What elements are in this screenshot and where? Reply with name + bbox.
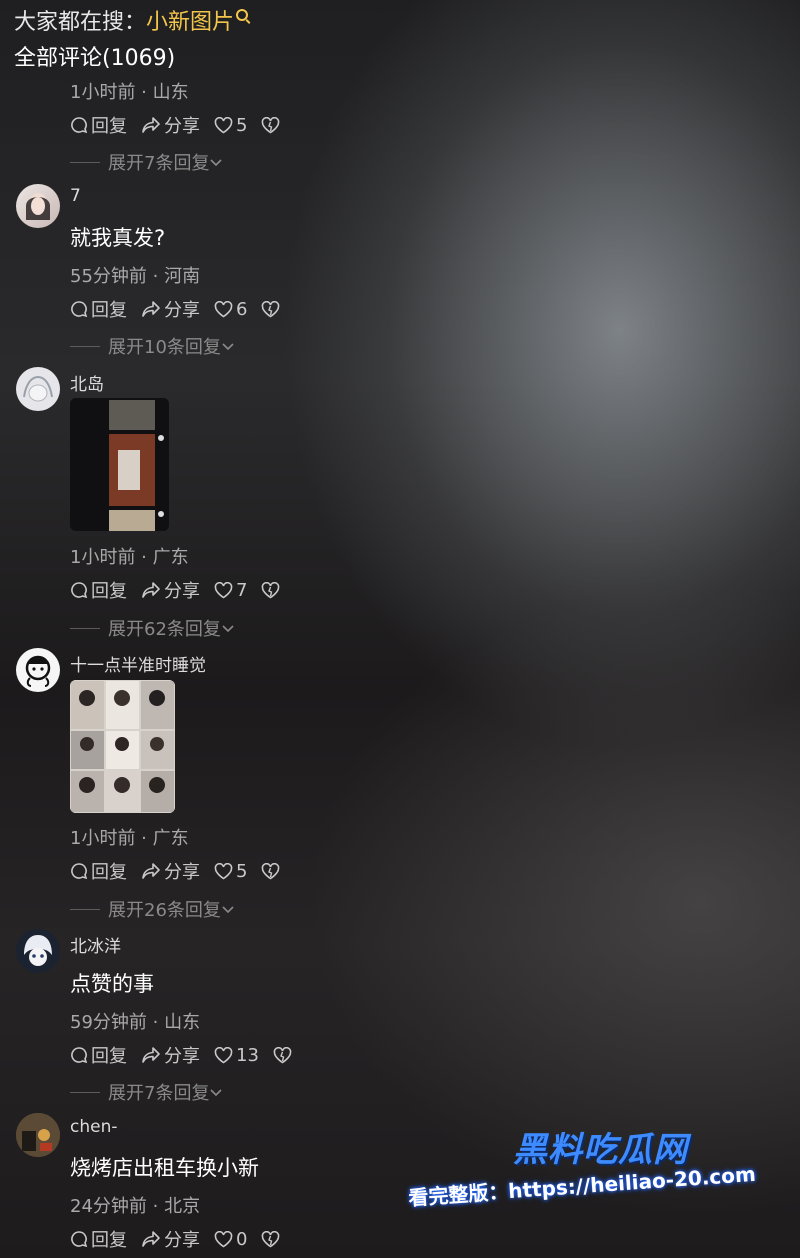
chevron-down-icon — [222, 343, 234, 351]
comment-username[interactable]: 北岛 — [70, 370, 104, 395]
chevron-down-icon — [222, 625, 234, 633]
comment-username[interactable]: 7 — [70, 186, 81, 206]
expand-replies[interactable]: 展开7条回复 — [70, 1079, 223, 1105]
dislike-button[interactable] — [261, 1230, 283, 1248]
broken-heart-icon — [262, 1230, 280, 1247]
reply-icon — [71, 863, 88, 880]
expand-replies[interactable]: 展开10条回复 — [70, 333, 235, 359]
watermark: 黑料吃瓜网 看完整版：https://heiliao-20.com — [408, 1122, 788, 1242]
heart-icon — [214, 300, 233, 317]
share-button[interactable]: 分享 — [141, 577, 200, 603]
comment-username[interactable]: 北冰洋 — [70, 932, 121, 957]
chevron-down-icon — [222, 906, 234, 914]
share-button[interactable]: 分享 — [141, 296, 200, 322]
search-prefix: 大家都在搜： — [14, 10, 147, 35]
chevron-down-icon — [210, 1089, 223, 1097]
like-button[interactable]: 7 — [214, 580, 247, 601]
share-icon — [142, 301, 160, 317]
reply-button[interactable]: 回复 — [70, 858, 127, 884]
comment-text: 点赞的事 — [70, 972, 154, 996]
heart-icon — [214, 1046, 233, 1063]
reply-button[interactable]: 回复 — [70, 1042, 127, 1068]
dislike-button[interactable] — [261, 300, 283, 318]
comment-image[interactable] — [70, 398, 169, 531]
comment-actions: 回复 分享 6 — [70, 296, 297, 322]
reply-icon — [71, 582, 88, 599]
reply-button[interactable]: 回复 — [70, 577, 127, 603]
expand-replies[interactable]: 展开62条回复 — [70, 615, 235, 641]
share-icon — [142, 1047, 160, 1063]
comment-username[interactable]: 十一点半准时睡觉 — [70, 651, 206, 676]
reply-button[interactable]: 回复 — [70, 1226, 127, 1252]
broken-heart-icon — [262, 116, 280, 133]
dislike-button[interactable] — [261, 581, 283, 599]
comment-actions: 回复 分享 0 — [70, 1226, 297, 1252]
expand-replies[interactable]: 展开7条回复 — [70, 149, 223, 175]
broken-heart-icon — [262, 862, 280, 879]
share-icon — [142, 1231, 160, 1247]
heart-icon — [214, 581, 233, 598]
comment-actions: 回复 分享 5 — [70, 112, 297, 138]
comment-image[interactable] — [70, 680, 175, 813]
broken-heart-icon — [262, 300, 280, 317]
comment-actions: 回复 分享 13 — [70, 1042, 309, 1068]
avatar[interactable] — [16, 367, 60, 411]
comment-meta: 55分钟前 · 河南 — [70, 266, 201, 287]
comments-title: 全部评论(1069) — [14, 46, 176, 71]
comment-username[interactable]: chen- — [70, 1117, 118, 1137]
reply-icon — [71, 301, 88, 318]
dislike-button[interactable] — [261, 862, 283, 880]
search-icon — [236, 9, 249, 21]
heart-icon — [214, 116, 233, 133]
avatar[interactable] — [16, 929, 60, 973]
avatar[interactable] — [16, 648, 60, 692]
comment-actions: 回复 分享 5 — [70, 858, 297, 884]
like-button[interactable]: 13 — [214, 1045, 259, 1066]
comment-actions: 回复 分享 7 — [70, 577, 297, 603]
dislike-button[interactable] — [261, 116, 283, 134]
reply-button[interactable]: 回复 — [70, 296, 127, 322]
avatar[interactable] — [16, 184, 60, 228]
like-button[interactable]: 0 — [214, 1229, 247, 1250]
chevron-down-icon — [210, 159, 223, 167]
dislike-button[interactable] — [273, 1046, 295, 1064]
comment-meta: 1小时前 · 广东 — [70, 547, 189, 568]
comment-meta: 24分钟前 · 北京 — [70, 1196, 201, 1217]
heart-icon — [214, 862, 233, 879]
search-suggestion[interactable]: 大家都在搜：小新图片 — [14, 4, 249, 36]
reply-button[interactable]: 回复 — [70, 112, 127, 138]
share-button[interactable]: 分享 — [141, 858, 200, 884]
reply-icon — [71, 117, 88, 134]
share-icon — [142, 117, 160, 133]
broken-heart-icon — [273, 1046, 292, 1063]
comment-text: 就我真发? — [70, 226, 166, 250]
like-button[interactable]: 5 — [214, 861, 247, 882]
like-button[interactable]: 5 — [214, 115, 247, 136]
comment-meta: 1小时前 · 广东 — [70, 828, 189, 849]
reply-icon — [71, 1047, 88, 1064]
comment-meta: 59分钟前 · 山东 — [70, 1012, 201, 1033]
avatar[interactable] — [16, 1113, 60, 1157]
share-button[interactable]: 分享 — [141, 1226, 200, 1252]
like-button[interactable]: 6 — [214, 299, 247, 320]
share-icon — [142, 863, 160, 879]
share-button[interactable]: 分享 — [141, 112, 200, 138]
hot-search-link[interactable]: 小新图片 — [146, 10, 234, 35]
share-button[interactable]: 分享 — [141, 1042, 200, 1068]
heart-icon — [214, 1230, 233, 1247]
expand-replies[interactable]: 展开26条回复 — [70, 896, 235, 922]
reply-icon — [71, 1231, 88, 1248]
broken-heart-icon — [262, 581, 280, 598]
comment-meta: 1小时前 · 山东 — [70, 82, 189, 103]
comment-text: 烧烤店出租车换小新 — [70, 1156, 259, 1180]
share-icon — [142, 582, 160, 598]
